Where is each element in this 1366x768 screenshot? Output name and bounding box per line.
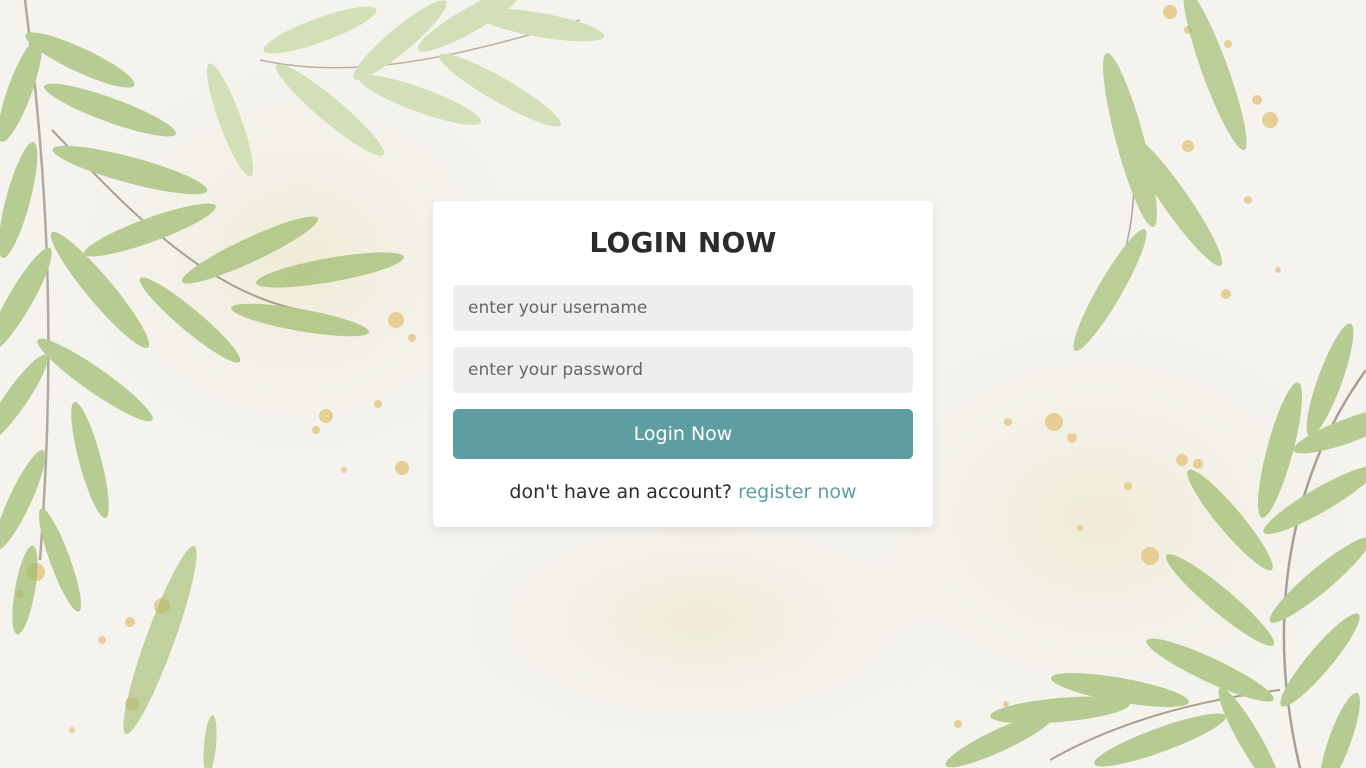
password-input[interactable] [453, 347, 913, 393]
username-input[interactable] [453, 285, 913, 331]
login-title: LOGIN NOW [589, 226, 777, 259]
login-page: LOGIN NOW Login Now don't have an accoun… [0, 0, 1366, 768]
register-prompt-text: don't have an account? [509, 481, 733, 503]
login-form: LOGIN NOW Login Now don't have an accoun… [433, 201, 933, 527]
register-prompt: don't have an account? register now [453, 479, 913, 505]
register-link[interactable]: register now [738, 481, 857, 503]
login-button[interactable]: Login Now [453, 409, 913, 459]
